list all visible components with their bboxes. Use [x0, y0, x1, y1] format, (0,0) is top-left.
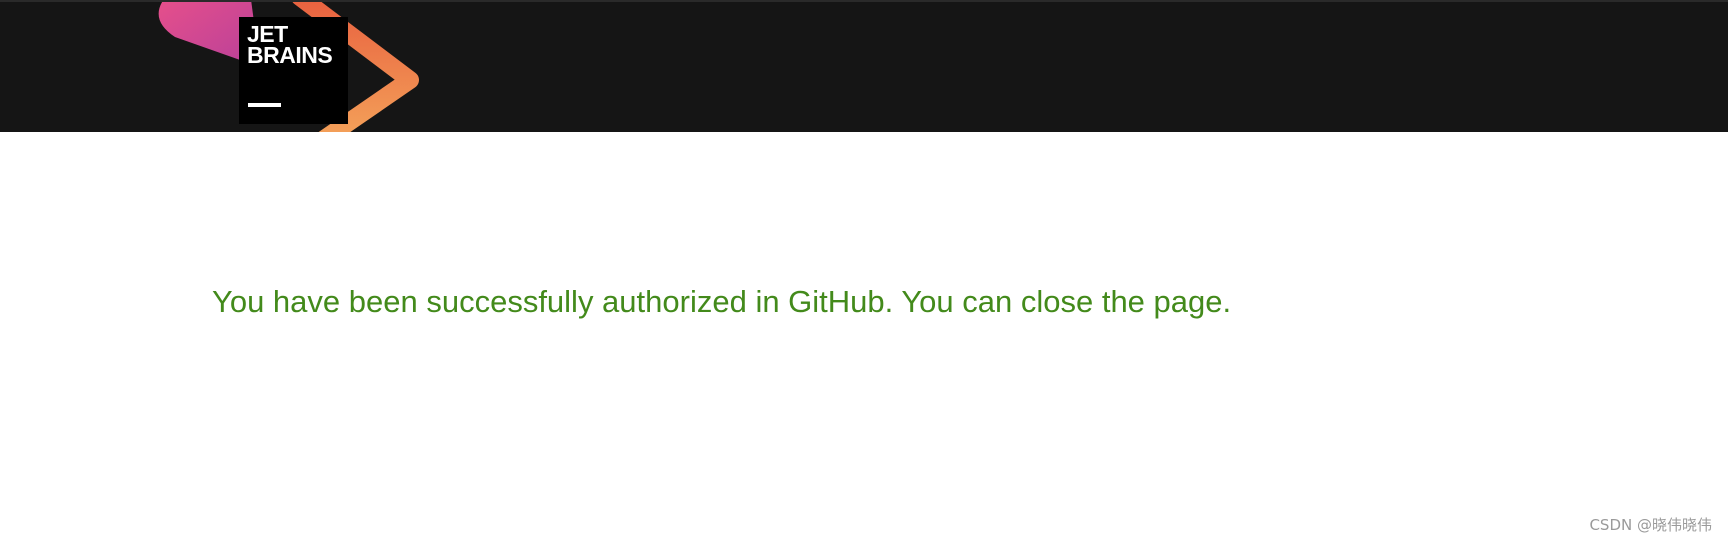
page-header: JET BRAINS: [0, 0, 1728, 132]
logo-line-2: BRAINS: [247, 42, 333, 68]
jetbrains-logo-box: JET BRAINS: [239, 17, 348, 124]
watermark-text: CSDN @晓伟晓伟: [1589, 516, 1712, 534]
success-message: You have been successfully authorized in…: [212, 284, 1232, 319]
logo-wordmark: JET BRAINS: [247, 23, 333, 68]
logo-underscore-bar: [248, 103, 281, 107]
